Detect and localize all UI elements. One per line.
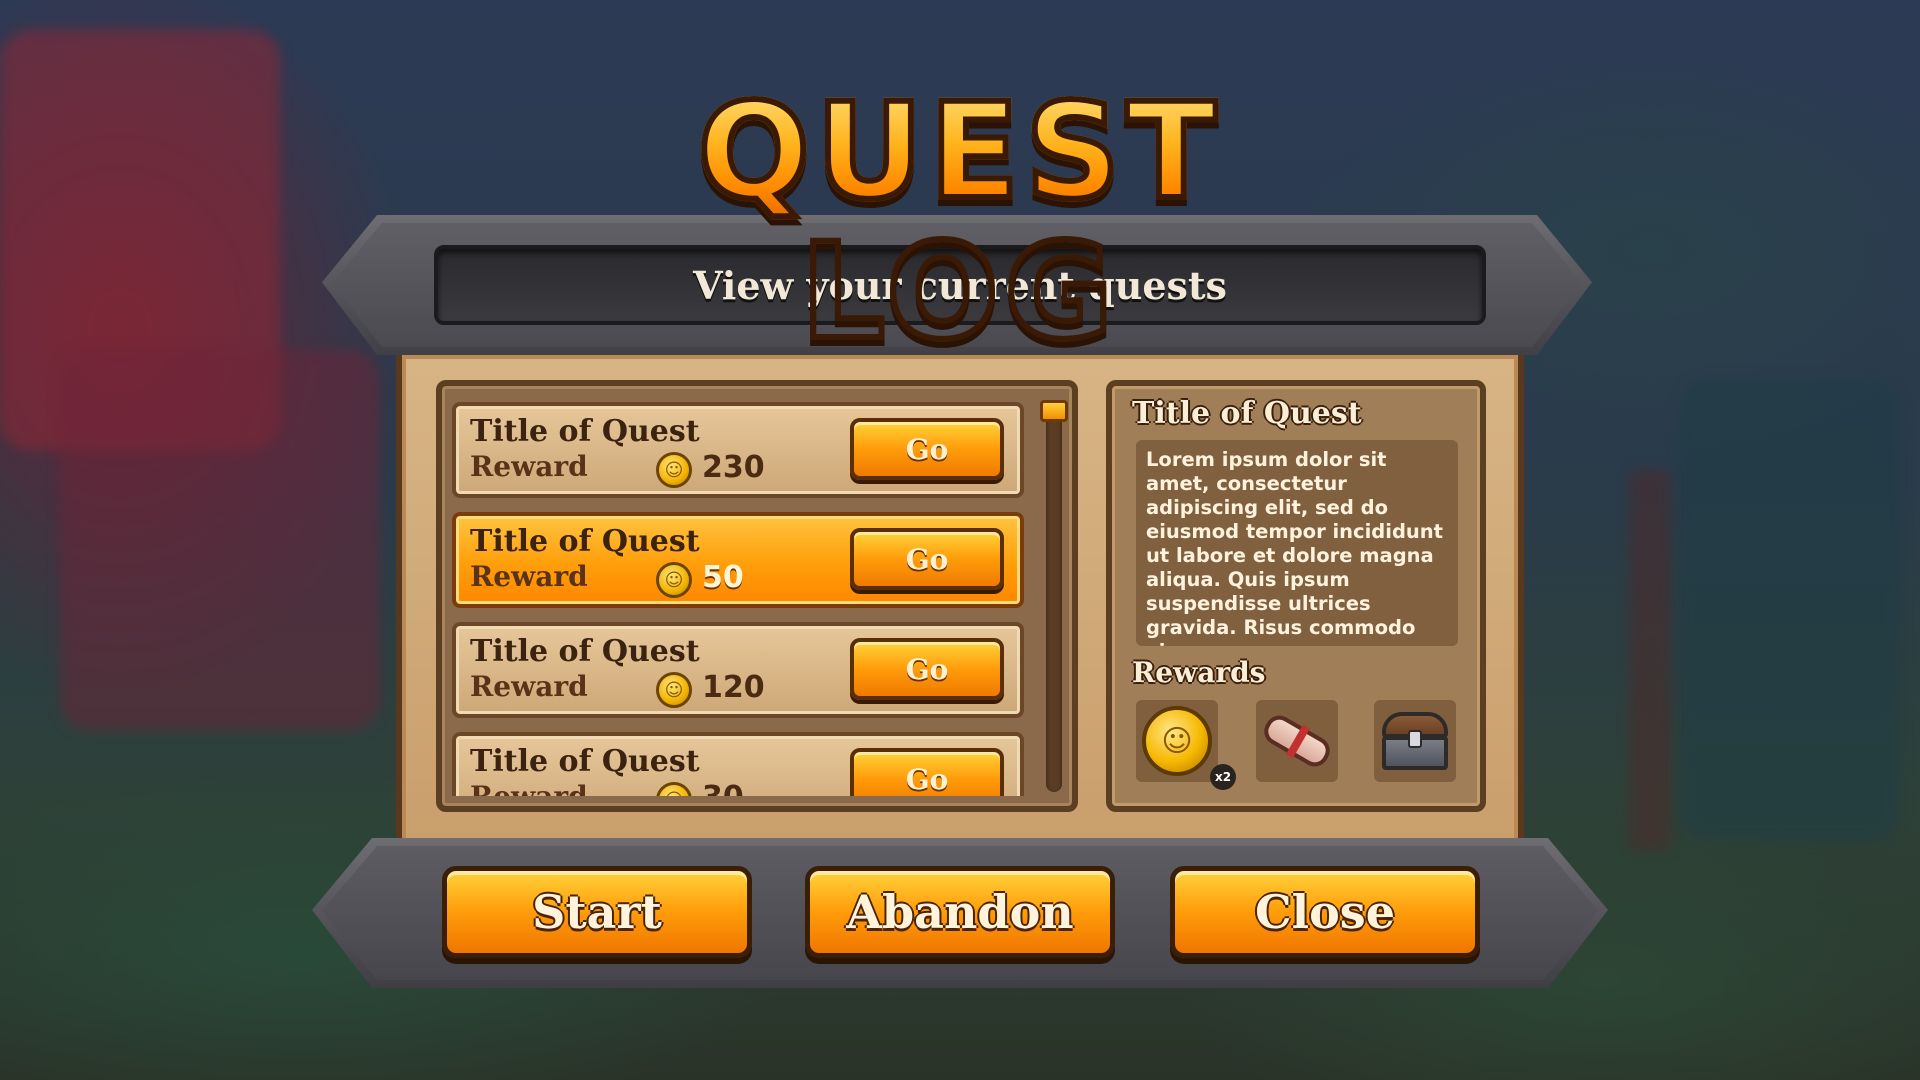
- gold-coin-icon: ☺: [1142, 706, 1212, 776]
- quest-reward-label: Reward: [470, 670, 588, 703]
- coin-icon: ☺: [656, 672, 692, 708]
- close-button[interactable]: Close: [1170, 866, 1480, 958]
- detail-description: Lorem ipsum dolor sit amet, consectetur …: [1136, 440, 1458, 646]
- quest-reward-amount: 50: [702, 560, 744, 595]
- go-button[interactable]: Go: [850, 528, 1004, 590]
- quest-row[interactable]: Title of Quest Reward ☺ 30 Go: [452, 732, 1024, 796]
- scrollbar-track[interactable]: [1040, 400, 1068, 792]
- quest-title: Title of Quest: [470, 414, 700, 449]
- go-button[interactable]: Go: [850, 638, 1004, 700]
- rewards-label: Rewards: [1132, 656, 1266, 689]
- background-tree: [1680, 380, 1900, 840]
- go-button[interactable]: Go: [850, 748, 1004, 796]
- treasure-chest-icon: [1382, 712, 1448, 770]
- quest-reward-label: Reward: [470, 450, 588, 483]
- reward-slot-coin[interactable]: ☺ x2: [1136, 700, 1236, 790]
- coin-icon: ☺: [656, 782, 692, 796]
- abandon-button[interactable]: Abandon: [805, 866, 1115, 958]
- quest-reward-label: Reward: [470, 780, 588, 796]
- quest-reward-amount: 230: [702, 450, 765, 485]
- start-button[interactable]: Start: [442, 866, 752, 958]
- quest-reward-amount: 30: [702, 780, 744, 796]
- coin-icon: ☺: [656, 562, 692, 598]
- quest-row[interactable]: Title of Quest Reward ☺ 230 Go: [452, 402, 1024, 498]
- background-pole: [1630, 470, 1670, 850]
- quest-row[interactable]: Title of Quest Reward ☺ 120 Go: [452, 622, 1024, 718]
- reward-count-badge: x2: [1210, 764, 1236, 790]
- quest-log-title: QUEST LOG: [520, 79, 1400, 365]
- scrollbar-thumb[interactable]: [1040, 400, 1068, 422]
- quest-reward-label: Reward: [470, 560, 588, 593]
- quest-detail-panel: Title of Quest Lorem ipsum dolor sit ame…: [1106, 380, 1486, 812]
- quest-list[interactable]: Title of Quest Reward ☺ 230 Go Title of …: [436, 380, 1078, 812]
- go-button[interactable]: Go: [850, 418, 1004, 480]
- detail-title: Title of Quest: [1132, 396, 1362, 431]
- scroll-icon: [1259, 710, 1335, 772]
- quest-row-selected[interactable]: Title of Quest Reward ☺ 50 Go: [452, 512, 1024, 608]
- coin-icon: ☺: [656, 452, 692, 488]
- reward-slot-scroll[interactable]: [1256, 700, 1338, 782]
- quest-title: Title of Quest: [470, 634, 700, 669]
- reward-slot-chest[interactable]: [1374, 700, 1456, 782]
- background-house-lower: [60, 350, 380, 730]
- quest-list-viewport: Title of Quest Reward ☺ 230 Go Title of …: [452, 396, 1032, 796]
- quest-reward-amount: 120: [702, 670, 765, 705]
- quest-title: Title of Quest: [470, 524, 700, 559]
- quest-title: Title of Quest: [470, 744, 700, 779]
